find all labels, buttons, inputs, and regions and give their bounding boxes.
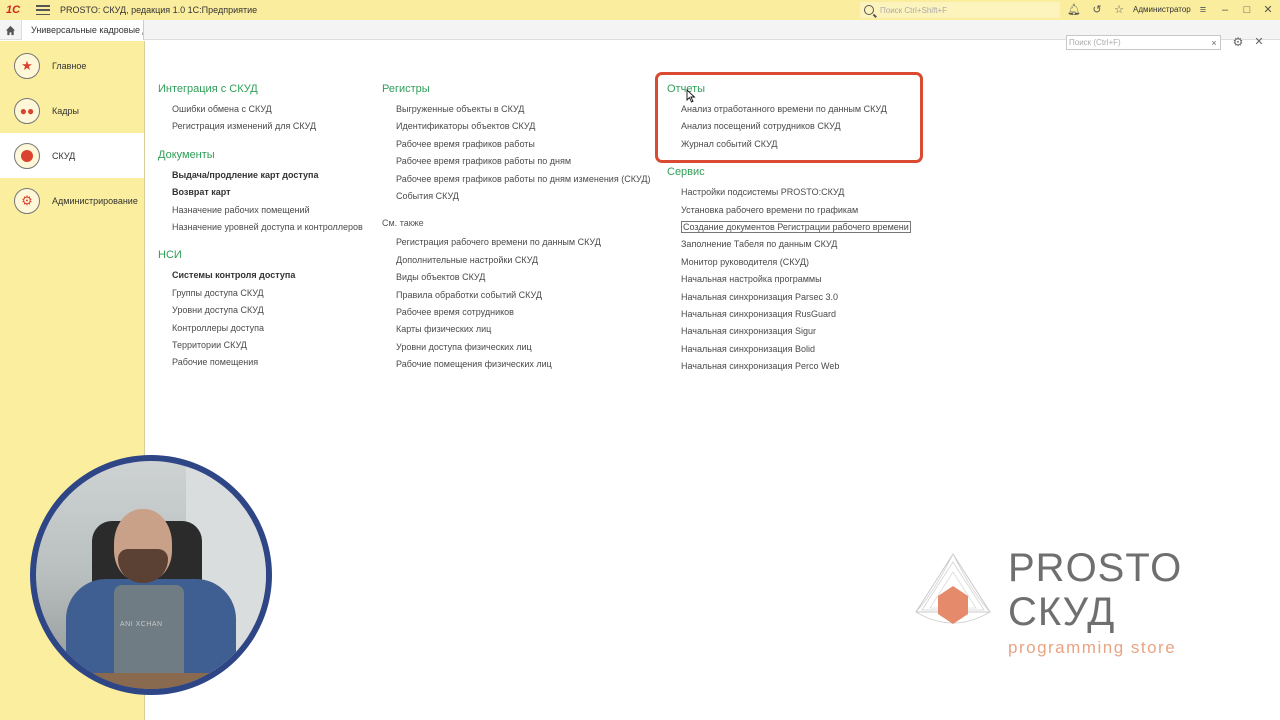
link[interactable]: Правила обработки событий СКУД (382, 287, 662, 304)
link[interactable]: Рабочее время графиков работы по дням (382, 153, 662, 170)
link[interactable]: Начальная синхронизация Sigur (667, 323, 937, 340)
link[interactable]: Заполнение Табеля по данным СКУД (667, 236, 937, 253)
link[interactable]: Выдача/продление карт доступа (158, 167, 378, 184)
panel-search-input[interactable]: Поиск (Ctrl+F) × (1066, 35, 1221, 50)
sidebar-item-label: СКУД (52, 150, 76, 161)
close-icon[interactable]: ✕ (1253, 35, 1265, 49)
column-3: Отчеты Анализ отработанного времени по д… (667, 81, 937, 375)
link[interactable]: Анализ отработанного времени по данным С… (667, 101, 937, 118)
clear-search-icon[interactable]: × (1208, 38, 1220, 48)
sidebar-item-label: Главное (52, 60, 87, 71)
section-title-nsi: НСИ (158, 249, 182, 262)
1c-logo: 1С (6, 4, 21, 16)
link[interactable]: Настройки подсистемы PROSTO:СКУД (667, 184, 937, 201)
favorites-star-icon[interactable]: ☆ (1112, 3, 1126, 17)
link[interactable]: Территории СКУД (158, 337, 378, 354)
presenter-video: ANI XCHAN (30, 455, 272, 695)
link[interactable]: Рабочее время графиков работы по дням из… (382, 171, 662, 188)
section-title-registers: Регистры (382, 83, 430, 95)
global-search-placeholder: Поиск Ctrl+Shift+F (880, 5, 948, 15)
global-search-input[interactable]: Поиск Ctrl+Shift+F (860, 2, 1060, 18)
link[interactable]: Рабочие помещения (158, 354, 378, 371)
hamburger-menu-icon[interactable] (36, 5, 50, 15)
section-title-service: Сервис (667, 166, 705, 179)
shirt-text: ANI XCHAN (120, 621, 163, 628)
home-tab[interactable] (0, 20, 22, 40)
link[interactable]: События СКУД (382, 188, 662, 205)
section-title-integration: Интеграция с СКУД (158, 83, 258, 95)
link[interactable]: Рабочее время графиков работы (382, 136, 662, 153)
sidebar-item-label: Администрирование (52, 195, 138, 206)
people-icon: ●● (14, 97, 40, 124)
link[interactable]: Возврат карт (158, 184, 378, 201)
mouse-cursor-icon (686, 89, 696, 103)
sidebar-item-admin[interactable]: ⚙ Администрирование (0, 178, 144, 223)
link[interactable]: Группы доступа СКУД (158, 285, 378, 302)
link[interactable]: Начальная синхронизация Bolid (667, 341, 937, 358)
column-1: Интеграция с СКУД Ошибки обмена с СКУД Р… (158, 81, 378, 372)
watermark-line-2: СКУД (1008, 590, 1116, 634)
link[interactable]: Рабочие помещения физических лиц (382, 356, 662, 373)
close-window-icon[interactable]: ✕ (1261, 3, 1275, 17)
history-icon[interactable]: ↺ (1090, 3, 1104, 17)
link[interactable]: Начальная синхронизация RusGuard (667, 306, 937, 323)
sidebar-item-skud[interactable]: СКУД (0, 133, 144, 178)
link[interactable]: Виды объектов СКУД (382, 269, 662, 286)
link[interactable]: Регистрация изменений для СКУД (158, 118, 378, 135)
gear-icon[interactable]: ⚙ (1231, 35, 1245, 49)
current-user[interactable]: Администратор (1133, 5, 1191, 14)
link[interactable]: Системы контроля доступа (158, 267, 378, 284)
home-icon (5, 25, 16, 35)
watermark-line-3: programming store (1008, 638, 1177, 657)
title-bar: 1С PROSTO: СКУД, редакция 1.0 1С:Предпри… (0, 0, 1280, 20)
link[interactable]: Начальная синхронизация Perco Web (667, 358, 937, 375)
link[interactable]: Идентификаторы объектов СКУД (382, 118, 662, 135)
link-label: Создание документов Регистрации рабочего… (681, 220, 911, 233)
settings-lines-icon[interactable]: ≡ (1196, 3, 1210, 17)
section-title-see-also: См. также (382, 218, 424, 229)
prosto-logo-icon (915, 553, 991, 624)
link[interactable]: Ошибки обмена с СКУД (158, 101, 378, 118)
access-control-icon (14, 142, 40, 169)
section-title-documents: Документы (158, 148, 215, 161)
link[interactable]: Рабочее время сотрудников (382, 304, 662, 321)
search-icon (864, 5, 874, 15)
link[interactable]: Назначение уровней доступа и контроллеро… (158, 219, 378, 236)
bell-icon[interactable]: 🔔︎ (1067, 3, 1081, 17)
link[interactable]: Контроллеры доступа (158, 320, 378, 337)
sidebar-item-label: Кадры (52, 105, 79, 116)
link[interactable]: Назначение рабочих помещений (158, 202, 378, 219)
restore-icon[interactable]: □ (1240, 3, 1254, 17)
prosto-skud-watermark: PROSTO СКУД programming store (912, 548, 1212, 668)
sidebar-item-main[interactable]: ★ Главное (0, 43, 144, 88)
section-title-reports: Отчеты (667, 83, 706, 95)
link[interactable]: Дополнительные настройки СКУД (382, 252, 662, 269)
link[interactable]: Выгруженные объекты в СКУД (382, 101, 662, 118)
app-title: PROSTO: СКУД, редакция 1.0 1С:Предприяти… (60, 5, 258, 15)
tab-universal-hr[interactable]: Универсальные кадровые д (22, 20, 144, 40)
panel-search-placeholder: Поиск (Ctrl+F) (1069, 38, 1121, 47)
link[interactable]: Установка рабочего времени по графикам (667, 202, 937, 219)
column-2: Регистры Выгруженные объекты в СКУД Иден… (382, 81, 662, 373)
admin-gear-icon: ⚙ (14, 187, 40, 214)
link[interactable]: Карты физических лиц (382, 321, 662, 338)
link[interactable]: Начальная настройка программы (667, 271, 937, 288)
star-icon: ★ (14, 52, 40, 79)
link[interactable]: Анализ посещений сотрудников СКУД (667, 118, 937, 135)
link[interactable]: Уровни доступа физических лиц (382, 339, 662, 356)
link[interactable]: Начальная синхронизация Parsec 3.0 (667, 289, 937, 306)
link[interactable]: Регистрация рабочего времени по данным С… (382, 234, 662, 251)
watermark-line-1: PROSTO (1008, 546, 1183, 590)
link[interactable]: Журнал событий СКУД (667, 136, 937, 153)
link[interactable]: Уровни доступа СКУД (158, 302, 378, 319)
sidebar-item-hr[interactable]: ●● Кадры (0, 88, 144, 133)
link[interactable]: Монитор руководителя (СКУД) (667, 254, 937, 271)
minimize-icon[interactable]: – (1218, 3, 1232, 17)
link-focused[interactable]: Создание документов Регистрации рабочего… (667, 219, 937, 236)
